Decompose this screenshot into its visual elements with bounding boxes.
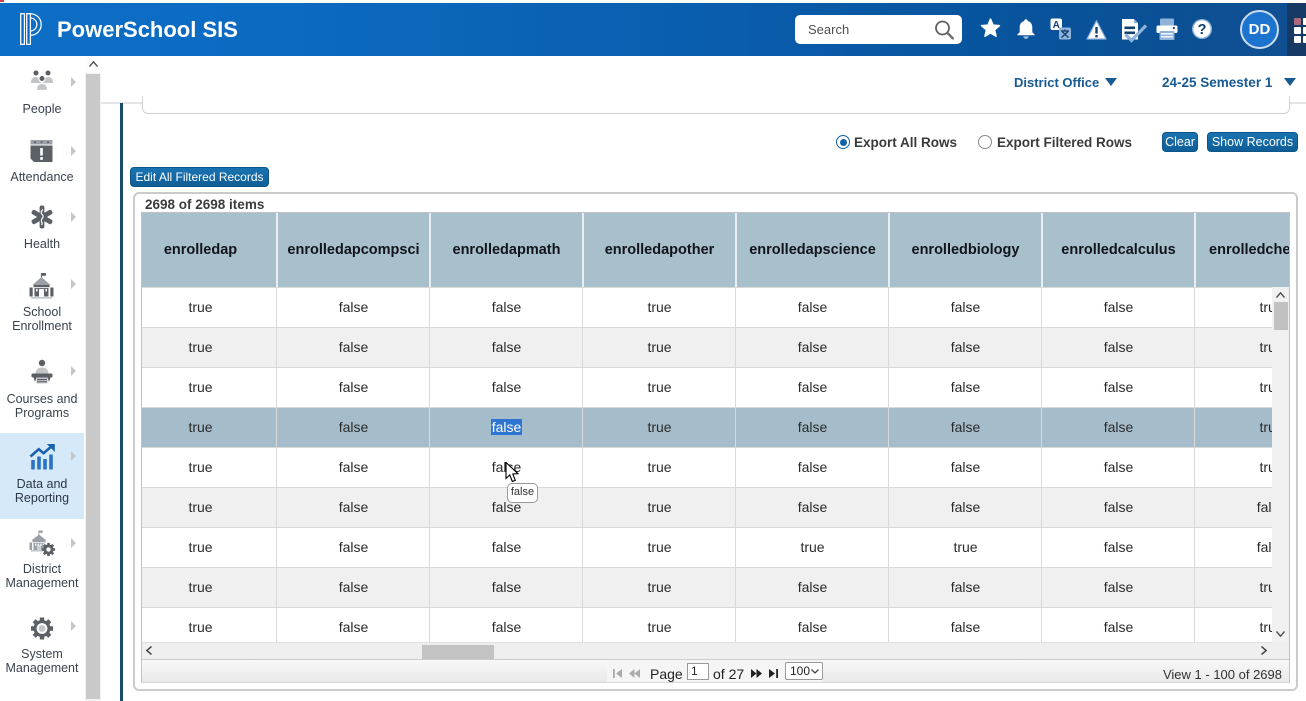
svg-text:?: ? [1198,22,1207,38]
svg-text:A: A [1053,20,1060,31]
